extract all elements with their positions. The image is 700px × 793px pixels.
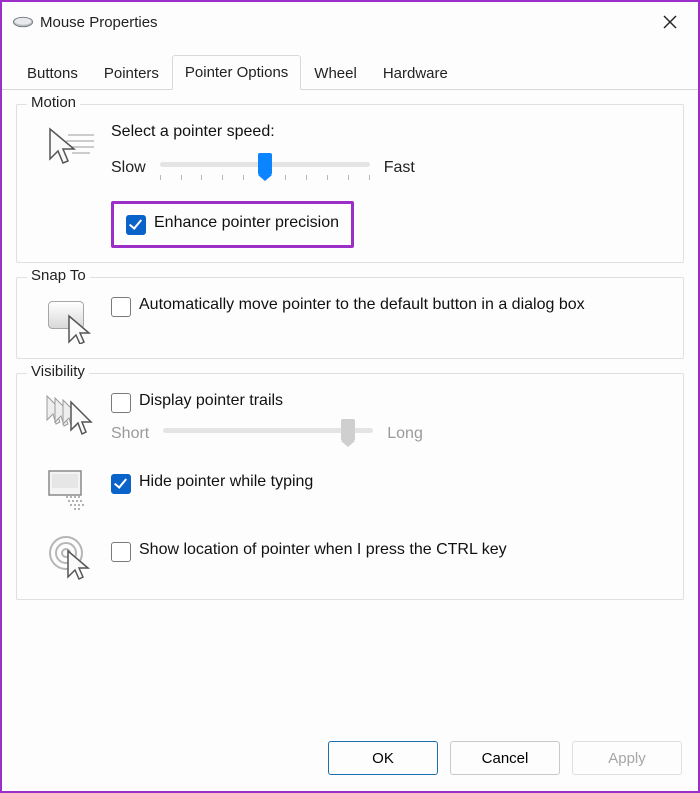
hide-pointer-checkbox[interactable] [111,474,131,494]
pointer-speed-slider[interactable] [160,153,370,183]
pointer-trails-icon [31,392,111,438]
highlight-enhance-precision: Enhance pointer precision [111,201,354,248]
enhance-precision-label: Enhance pointer precision [154,214,339,232]
group-visibility-label: Visibility [27,363,89,380]
tab-wheel[interactable]: Wheel [301,56,370,90]
speed-fast-label: Fast [384,159,415,177]
hide-pointer-icon [31,465,111,513]
pointer-speed-label: Select a pointer speed: [111,123,669,141]
group-snap-to-label: Snap To [27,267,90,284]
tab-content: Motion Select a pointer speed: [2,90,698,727]
group-motion: Motion Select a pointer speed: [16,104,684,263]
snap-to-checkbox[interactable] [111,297,131,317]
ctrl-location-icon [31,531,111,581]
dialog-button-bar: OK Cancel Apply [2,727,698,791]
apply-button: Apply [572,741,682,775]
group-motion-label: Motion [27,94,80,111]
tab-pointer-options[interactable]: Pointer Options [172,55,301,90]
motion-cursor-icon [31,123,111,167]
cancel-button[interactable]: Cancel [450,741,560,775]
pointer-trails-checkbox[interactable] [111,393,131,413]
tab-buttons[interactable]: Buttons [14,56,91,90]
trails-short-label: Short [111,425,149,443]
tab-hardware[interactable]: Hardware [370,56,461,90]
close-button[interactable] [652,8,688,36]
close-icon [663,15,677,29]
speed-slow-label: Slow [111,159,146,177]
snap-to-icon [31,296,111,344]
group-visibility: Visibility Displ [16,373,684,600]
enhance-precision-checkbox[interactable] [126,215,146,235]
mouse-icon [12,15,34,29]
group-snap-to: Snap To Automatically move pointer to th… [16,277,684,359]
window-title: Mouse Properties [40,14,652,31]
snap-to-label: Automatically move pointer to the defaul… [139,296,585,314]
ctrl-location-checkbox[interactable] [111,542,131,562]
tab-bar: Buttons Pointers Pointer Options Wheel H… [2,40,698,90]
ctrl-location-label: Show location of pointer when I press th… [139,541,507,559]
hide-pointer-label: Hide pointer while typing [139,473,313,491]
mouse-properties-window: Mouse Properties Buttons Pointers Pointe… [0,0,700,793]
tab-pointers[interactable]: Pointers [91,56,172,90]
title-bar: Mouse Properties [2,2,698,40]
trails-long-label: Long [387,425,423,443]
pointer-trails-slider [163,419,373,449]
pointer-trails-label: Display pointer trails [139,392,283,410]
ok-button[interactable]: OK [328,741,438,775]
